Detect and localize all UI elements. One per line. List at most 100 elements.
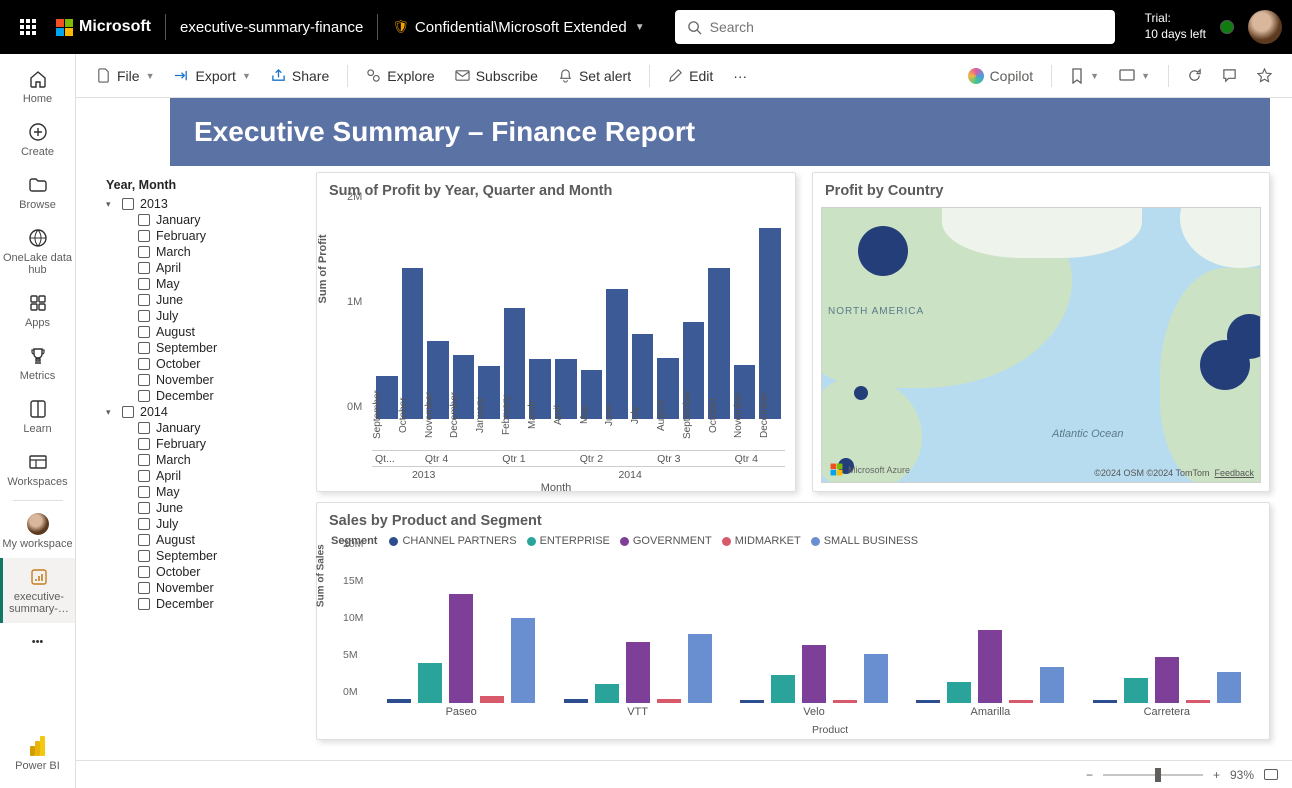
bar[interactable] [387,699,411,703]
zoom-out-button[interactable]: − [1086,768,1093,782]
slicer-month[interactable]: May [106,276,306,292]
slicer-month[interactable]: September [106,340,306,356]
bar[interactable] [1040,667,1064,703]
fit-to-page-button[interactable] [1264,769,1278,780]
nav-onelake[interactable]: OneLake data hub [0,219,75,284]
nav-more[interactable]: ••• [0,623,75,661]
bar[interactable] [740,700,764,703]
app-launcher-icon[interactable] [10,19,46,35]
bar[interactable] [511,618,535,703]
legend-item[interactable]: MIDMARKET [722,535,801,547]
slicer-month[interactable]: February [106,436,306,452]
slicer-month[interactable]: July [106,516,306,532]
share-button[interactable]: Share [263,64,337,88]
file-button[interactable]: File▼ [88,64,162,88]
export-button[interactable]: Export▼ [166,64,258,88]
search-input[interactable] [675,10,1115,44]
bar[interactable] [802,645,826,703]
slicer-month[interactable]: November [106,580,306,596]
bar[interactable] [595,684,619,703]
nav-apps[interactable]: Apps [0,284,75,337]
avatar[interactable] [1248,10,1282,44]
bar[interactable] [771,675,795,703]
map-body[interactable]: NORTH AMERICA Atlantic Ocean Microsoft A… [821,207,1261,483]
bar[interactable] [1155,657,1179,703]
slicer-month[interactable]: December [106,388,306,404]
slicer-month[interactable]: July [106,308,306,324]
bar[interactable] [449,594,473,704]
bar[interactable] [978,630,1002,703]
legend-item[interactable]: SMALL BUSINESS [811,535,918,547]
slicer-month[interactable]: August [106,532,306,548]
bar[interactable] [1009,700,1033,703]
alert-button[interactable]: Set alert [550,64,639,88]
slicer-month[interactable]: March [106,244,306,260]
slicer-month[interactable]: September [106,548,306,564]
slicer-month[interactable]: April [106,260,306,276]
sales-by-product-chart[interactable]: Sales by Product and Segment Segment CHA… [316,502,1270,740]
nav-workspaces[interactable]: Workspaces [0,443,75,496]
bar[interactable] [1186,700,1210,703]
slicer-month[interactable]: June [106,500,306,516]
bar[interactable] [916,700,940,703]
bar[interactable] [947,682,971,703]
trial-indicator-icon[interactable] [1220,20,1234,34]
bar[interactable] [864,654,888,703]
nav-home[interactable]: Home [0,60,75,113]
profit-by-month-chart[interactable]: Sum of Profit by Year, Quarter and Month… [316,172,796,492]
slicer-year[interactable]: ▾2014 [106,404,306,420]
bar[interactable] [564,699,588,703]
bar[interactable] [1217,672,1241,703]
map-bubble[interactable] [854,386,868,400]
nav-powerbi[interactable]: Power BI [0,727,75,780]
breadcrumb[interactable]: executive-summary-finance [180,19,363,36]
nav-create[interactable]: Create [0,113,75,166]
legend-item[interactable]: ENTERPRISE [527,535,610,547]
legend-item[interactable]: CHANNEL PARTNERS [389,535,516,547]
subscribe-button[interactable]: Subscribe [447,64,546,88]
legend-item[interactable]: GOVERNMENT [620,535,712,547]
nav-metrics[interactable]: Metrics [0,337,75,390]
feedback-link[interactable]: Feedback [1214,468,1254,478]
bookmark-button[interactable]: ▼ [1062,64,1107,88]
slicer-month[interactable]: November [106,372,306,388]
slicer-month[interactable]: October [106,356,306,372]
more-button[interactable]: ··· [725,64,755,88]
zoom-slider[interactable] [1103,774,1203,776]
profit-by-country-map[interactable]: Profit by Country NORTH AMERICA Atlantic… [812,172,1270,492]
slicer-month[interactable]: October [106,564,306,580]
slicer-month[interactable]: January [106,420,306,436]
bar[interactable] [626,642,650,703]
slicer-month[interactable]: March [106,452,306,468]
map-bubble[interactable] [858,226,908,276]
favorite-button[interactable] [1249,64,1280,87]
slicer-month[interactable]: May [106,484,306,500]
slicer-month[interactable]: August [106,324,306,340]
bar[interactable] [688,634,712,703]
bar[interactable] [418,663,442,703]
comment-button[interactable] [1214,64,1245,87]
view-button[interactable]: ▼ [1111,65,1158,87]
bar[interactable] [1093,700,1117,703]
slicer-month[interactable]: February [106,228,306,244]
bar[interactable] [480,696,504,703]
sensitivity-label[interactable]: 🛡 Confidential\Microsoft Extended ▼ [392,19,644,36]
bar[interactable] [1124,678,1148,703]
nav-browse[interactable]: Browse [0,166,75,219]
slicer-month[interactable]: December [106,596,306,612]
slicer-month[interactable]: April [106,468,306,484]
slicer-month[interactable]: January [106,212,306,228]
slicer-year[interactable]: ▾2013 [106,196,306,212]
edit-button[interactable]: Edit [660,64,721,88]
zoom-in-button[interactable]: + [1213,768,1220,782]
bar[interactable] [657,699,681,703]
slicer-month[interactable]: June [106,292,306,308]
date-slicer[interactable]: Year, Month ▾2013JanuaryFebruaryMarchApr… [76,172,316,762]
nav-active-report[interactable]: executive-summary-… [0,558,75,623]
copilot-button[interactable]: Copilot [960,64,1042,88]
nav-my-workspace[interactable]: My workspace [0,505,75,558]
bar[interactable] [833,700,857,703]
nav-learn[interactable]: Learn [0,390,75,443]
explore-button[interactable]: Explore [358,64,442,88]
refresh-button[interactable] [1179,64,1210,87]
